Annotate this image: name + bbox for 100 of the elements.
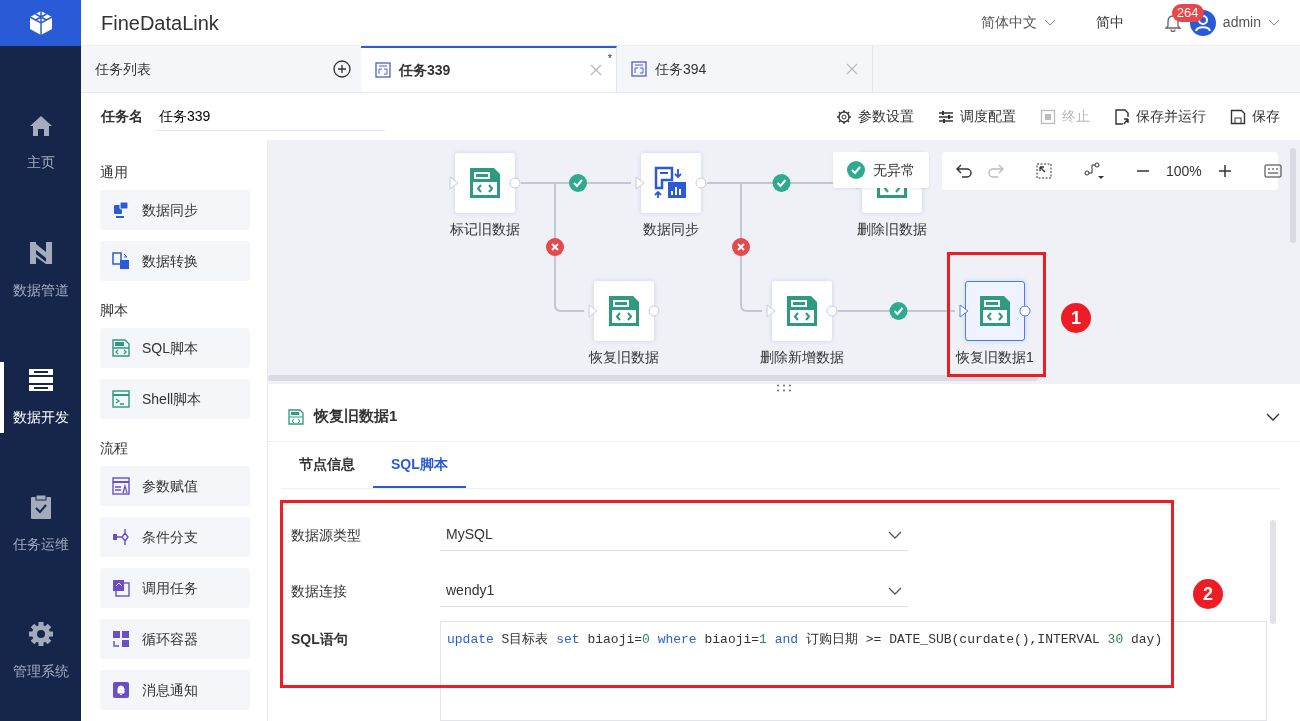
input-port-icon — [766, 304, 776, 318]
sql-file-icon — [112, 339, 130, 357]
chevron-down-icon — [1268, 18, 1280, 27]
output-port-icon — [826, 305, 838, 317]
undo-icon[interactable] — [956, 164, 972, 178]
field-label: SQL语句 — [291, 630, 349, 649]
connector-style-icon[interactable] — [1084, 162, 1104, 180]
app-title: FineDataLink — [101, 10, 219, 36]
fit-view-icon[interactable] — [1036, 163, 1052, 179]
save-icon — [1230, 108, 1246, 125]
node-label: 删除旧数据 — [856, 220, 928, 239]
palette-item[interactable]: 数据同步 — [100, 190, 250, 230]
zoom-in-icon[interactable] — [1217, 164, 1232, 178]
notification-icon — [112, 681, 130, 699]
save-run-icon — [1114, 108, 1130, 125]
palette-item[interactable]: 条件分支 — [100, 517, 250, 557]
scrollbar[interactable] — [268, 375, 1038, 381]
stop-icon — [1040, 108, 1056, 125]
output-port-icon — [1019, 305, 1031, 317]
sql-editor[interactable]: update S目标表 set biaoji=0 where biaoji=1 and 订购日期 >= DATE_SUB(curdate(),INTERVAL 30 day) — [440, 621, 1267, 721]
node-label: 恢复旧数据 — [587, 348, 660, 367]
parameter-icon — [112, 477, 130, 495]
drag-handle-icon[interactable] — [775, 384, 793, 392]
sync-node-icon — [654, 166, 688, 200]
terminal-icon — [112, 390, 130, 408]
node-label: 标记旧数据 — [449, 220, 521, 239]
chevron-down-icon — [888, 586, 902, 595]
node-label: 删除新增数据 — [759, 348, 845, 367]
keyboard-icon[interactable] — [1263, 164, 1282, 178]
select-field[interactable]: MySQL — [440, 519, 908, 551]
task-icon — [375, 62, 391, 78]
panel-title: 恢复旧数据1 — [314, 406, 398, 427]
loop-icon — [112, 630, 130, 648]
add-icon[interactable] — [333, 60, 351, 78]
palette-heading: 脚本 — [100, 300, 129, 320]
code-line: update S目标表 set biaoji=0 where biaoji=1 and 订购日期 >= DATE_SUB(curdate(),INTERVAL 30 day) — [447, 631, 1163, 649]
input-port-icon — [635, 176, 645, 190]
panel-tab[interactable]: 节点信息 — [281, 442, 373, 488]
output-port-icon — [648, 305, 660, 317]
task-icon — [631, 61, 647, 77]
palette-item[interactable]: 循环容器 — [100, 619, 250, 659]
palette-item[interactable]: 参数赋值 — [100, 466, 250, 506]
input-port-icon — [959, 304, 969, 318]
sql-file-icon — [288, 408, 304, 425]
node-label: 恢复旧数据1 — [954, 348, 1035, 367]
sql-node-icon — [785, 294, 819, 328]
palette-item[interactable]: 消息通知 — [100, 670, 250, 710]
palette-item[interactable]: 数据转换 — [100, 241, 250, 281]
language-dropdown[interactable]: 简体中文 — [980, 12, 1056, 33]
workflow-node[interactable] — [455, 153, 515, 213]
notification-count: 264 — [1171, 3, 1204, 22]
server-rack-icon — [27, 367, 54, 393]
call-task-icon — [112, 579, 130, 597]
toolbar-button[interactable]: 参数设置 — [836, 106, 914, 127]
language-toggle[interactable]: 简中 — [1095, 12, 1124, 33]
nav-item[interactable]: 管理系统 — [0, 588, 81, 715]
nav-item[interactable]: 数据开发 — [0, 334, 81, 461]
settings-icon — [27, 621, 54, 647]
palette-item[interactable]: 调用任务 — [100, 568, 250, 608]
modified-mark: * — [607, 51, 612, 66]
task-tab[interactable]: 任务339 * — [361, 46, 617, 92]
input-port-icon — [588, 304, 598, 318]
toolbar-button[interactable]: 保存并运行 — [1114, 106, 1206, 127]
nav-item[interactable]: 任务运维 — [0, 461, 81, 588]
collapse-chevron-icon[interactable] — [1266, 412, 1280, 421]
field-label: 数据源类型 — [291, 525, 362, 545]
pipeline-icon — [27, 240, 54, 266]
chevron-down-icon — [1043, 18, 1056, 27]
zoom-level: 100% — [1166, 161, 1202, 181]
palette-item[interactable]: Shell脚本 — [100, 379, 250, 419]
palette-heading: 流程 — [100, 438, 129, 458]
workflow-node[interactable] — [594, 281, 654, 341]
workflow-node[interactable] — [772, 281, 832, 341]
palette-heading: 通用 — [100, 162, 129, 182]
chevron-down-icon — [888, 530, 902, 539]
scrollbar[interactable] — [1270, 520, 1276, 624]
transform-icon — [112, 252, 130, 270]
node-label: 数据同步 — [642, 220, 700, 239]
branch-icon — [112, 528, 130, 546]
panel-tab[interactable]: SQL脚本 — [373, 442, 466, 488]
task-name-label: 任务名 — [101, 107, 143, 126]
workflow-node[interactable] — [641, 153, 701, 213]
output-port-icon — [695, 177, 707, 189]
palette-item[interactable]: SQL脚本 — [100, 328, 250, 368]
toolbar-button[interactable]: 调度配置 — [938, 106, 1016, 127]
input-port-icon — [449, 176, 459, 190]
toolbar-button[interactable]: 保存 — [1230, 106, 1280, 127]
nav-item[interactable]: 数据管道 — [0, 207, 81, 334]
field-label: 数据连接 — [291, 581, 348, 601]
workflow-node[interactable] — [965, 281, 1025, 341]
settings-icon — [836, 108, 852, 125]
nav-item[interactable]: 主页 — [0, 80, 81, 207]
check-circle-icon — [847, 161, 865, 179]
select-field[interactable]: wendy1 — [440, 575, 908, 607]
sql-node-icon — [468, 166, 502, 200]
output-port-icon — [509, 177, 521, 189]
sync-icon — [112, 201, 130, 219]
task-tab[interactable]: 任务394 — [617, 46, 873, 92]
sql-node-icon — [607, 294, 641, 328]
task-list-tab[interactable]: 任务列表 — [95, 58, 151, 80]
